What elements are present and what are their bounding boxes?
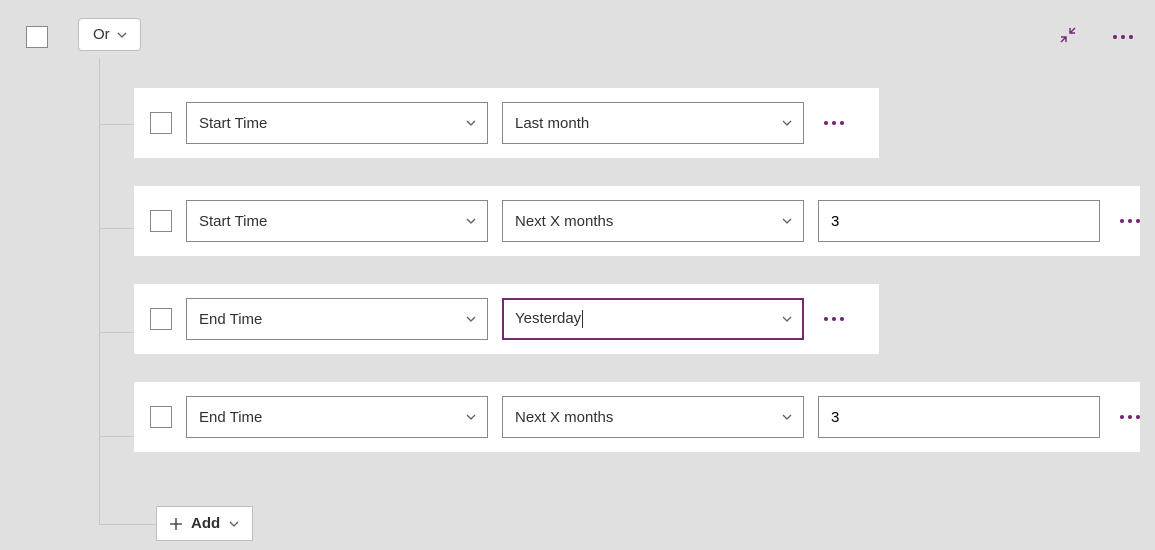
- chevron-down-icon: [781, 215, 793, 227]
- plus-icon: [169, 517, 183, 531]
- tree-connector-horizontal: [99, 228, 134, 229]
- operator-select[interactable]: Next X months: [502, 396, 804, 438]
- collapse-icon[interactable]: [1057, 24, 1079, 50]
- operator-select[interactable]: Yesterday: [502, 298, 804, 340]
- field-select[interactable]: End Time: [186, 298, 488, 340]
- chevron-down-icon: [228, 518, 240, 530]
- tree-connector-vertical: [99, 58, 100, 524]
- field-select[interactable]: Start Time: [186, 200, 488, 242]
- condition-row: Start Time Next X months: [134, 186, 1140, 256]
- row-more-actions[interactable]: [1116, 215, 1144, 227]
- operator-value: Yesterday: [515, 310, 583, 328]
- conditions-list: Start Time Last month Start Time: [134, 88, 1140, 480]
- checkbox-condition[interactable]: [150, 406, 172, 428]
- row-more-actions[interactable]: [820, 117, 848, 129]
- field-value: End Time: [199, 409, 262, 426]
- tree-connector-horizontal: [99, 524, 156, 525]
- condition-row: End Time Yesterday: [134, 284, 879, 354]
- chevron-down-icon: [116, 29, 128, 41]
- condition-row: End Time Next X months: [134, 382, 1140, 452]
- tree-connector-horizontal: [99, 332, 134, 333]
- tree-connector-horizontal: [99, 124, 134, 125]
- add-label: Add: [191, 515, 220, 532]
- row-more-actions[interactable]: [1116, 411, 1144, 423]
- filter-canvas: Or Start Time: [0, 0, 1155, 40]
- field-select[interactable]: End Time: [186, 396, 488, 438]
- group-operator-select[interactable]: Or: [78, 18, 141, 51]
- chevron-down-icon: [465, 215, 477, 227]
- operator-value: Last month: [515, 115, 589, 132]
- tree-connector-horizontal: [99, 436, 134, 437]
- operator-select[interactable]: Next X months: [502, 200, 804, 242]
- checkbox-condition[interactable]: [150, 112, 172, 134]
- operator-value: Next X months: [515, 409, 613, 426]
- top-actions: [1057, 24, 1137, 50]
- row-more-actions[interactable]: [820, 313, 848, 325]
- checkbox-condition[interactable]: [150, 210, 172, 232]
- value-input[interactable]: [818, 200, 1100, 242]
- chevron-down-icon: [465, 313, 477, 325]
- operator-value: Next X months: [515, 213, 613, 230]
- chevron-down-icon: [781, 411, 793, 423]
- field-value: End Time: [199, 311, 262, 328]
- field-value: Start Time: [199, 115, 267, 132]
- chevron-down-icon: [781, 313, 793, 325]
- checkbox-root[interactable]: [26, 26, 48, 48]
- chevron-down-icon: [465, 117, 477, 129]
- more-actions-button[interactable]: [1109, 31, 1137, 43]
- field-value: Start Time: [199, 213, 267, 230]
- field-select[interactable]: Start Time: [186, 102, 488, 144]
- value-input[interactable]: [818, 396, 1100, 438]
- group-operator-label: Or: [93, 26, 110, 43]
- chevron-down-icon: [781, 117, 793, 129]
- operator-select[interactable]: Last month: [502, 102, 804, 144]
- checkbox-condition[interactable]: [150, 308, 172, 330]
- condition-row: Start Time Last month: [134, 88, 879, 158]
- add-condition-button[interactable]: Add: [156, 506, 253, 541]
- text-caret-icon: [582, 310, 583, 328]
- chevron-down-icon: [465, 411, 477, 423]
